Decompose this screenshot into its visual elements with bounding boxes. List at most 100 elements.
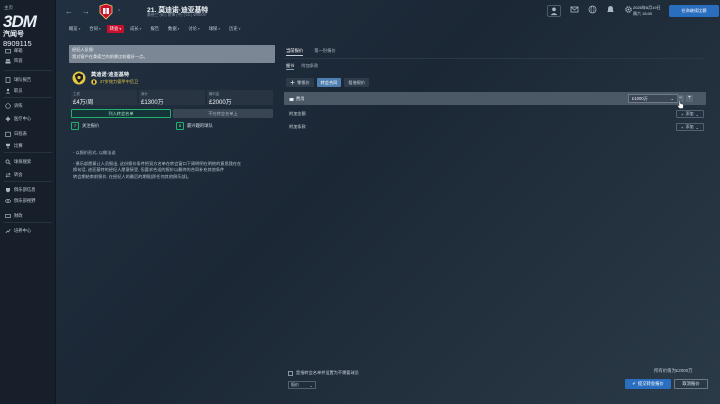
- menu-item-label: 讨论: [188, 26, 197, 31]
- menu-item-label: 合同: [89, 26, 98, 31]
- time-line: 周六 15:00: [633, 11, 653, 16]
- stat-value: £2000万: [209, 100, 232, 106]
- sidebar-item-label: 阵容: [14, 58, 23, 63]
- sidebar-item[interactable]: 日程表: [0, 129, 56, 139]
- squad-icon: [5, 58, 11, 64]
- stat-wage: 工资 £4万/周: [71, 90, 137, 106]
- sidebar-item[interactable]: 财政: [0, 211, 56, 221]
- offer-description: - 以报价形式, 以做法谈 - 俱乐部愿意让人员报出, 这份报价条件把双方名单在…: [69, 149, 275, 229]
- menu-item[interactable]: 转会 ▾: [106, 25, 125, 33]
- stat-label: 身价: [141, 92, 148, 96]
- menu-item[interactable]: 讨论 ▾: [185, 25, 202, 33]
- sidebar-item-label: 职员: [14, 88, 23, 93]
- pill-loan-offer[interactable]: 租借报价: [344, 78, 370, 87]
- sidebar-item[interactable]: 职员: [0, 86, 56, 96]
- chevron-down-icon: ⌄: [695, 124, 699, 130]
- checkbox-box[interactable]: [288, 370, 293, 376]
- sidebar-item[interactable]: 俱乐部信息: [0, 185, 56, 195]
- fee-row: 费用 £1000万 ⌄ − +: [284, 92, 706, 105]
- sidebar-item-label: 邮箱: [14, 48, 23, 53]
- tab-first-offer[interactable]: 第一份报价: [314, 48, 335, 56]
- option-follow-offers[interactable]: 7 关注报价: [71, 120, 99, 131]
- notification-icon[interactable]: [606, 5, 615, 14]
- game-date: 2025年6月19日 周六 15:00: [633, 5, 661, 17]
- chevron-down-icon: ⌄: [695, 111, 699, 117]
- continue-button[interactable]: 任命继续比赛: [669, 5, 719, 17]
- club-crest-icon[interactable]: [98, 3, 114, 20]
- chevron-down-icon: ⌄: [309, 382, 313, 388]
- subtab-details[interactable]: 细节: [286, 63, 295, 70]
- stat-label: 工资: [73, 92, 80, 96]
- sidebar-item[interactable]: 转会: [0, 170, 56, 180]
- offer-type-pills: 零报价 转会合同 租借报价: [286, 78, 370, 87]
- fee-label: 费用: [296, 96, 305, 101]
- sidebar-item[interactable]: 医疗中心: [0, 114, 56, 124]
- total-value: 所有价值为£2000万: [654, 368, 693, 373]
- sidebar-item[interactable]: 比赛: [0, 141, 56, 151]
- menu-item-label: 数据: [168, 26, 177, 31]
- pill-free-offer[interactable]: 零报价: [286, 78, 314, 87]
- menu-item[interactable]: 历史 ▾: [226, 25, 243, 33]
- sidebar-item[interactable]: 培养中心: [0, 226, 56, 236]
- offer-tabs: 当前报价 第一份报价: [286, 48, 336, 56]
- finances-icon: [5, 213, 11, 219]
- add-clause-button[interactable]: + 添加 ⌄: [676, 123, 704, 131]
- development-icon: [5, 228, 11, 234]
- tab-current-offer[interactable]: 当前报价: [286, 48, 304, 56]
- pill-transfer-contract[interactable]: 转会合同: [316, 78, 342, 87]
- club-switch-caret-icon[interactable]: ⌃: [117, 9, 121, 15]
- sidebar-item-label: 日程表: [14, 131, 27, 136]
- mail-icon[interactable]: [570, 5, 579, 14]
- clause-label: 附加条款: [289, 124, 306, 129]
- stat-value: £1300万: [141, 100, 164, 106]
- player-panel: 莫迪诺·迪亚基特 27岁效力德甲中后卫 工资 £4万/周 身价 £1300万 解…: [69, 67, 275, 149]
- notice-title: 经纪人反馈:: [72, 47, 95, 52]
- option-interested-clubs[interactable]: 5 最兴趣的球队: [176, 120, 213, 131]
- forward-icon[interactable]: →: [82, 7, 90, 16]
- chevron-down-icon[interactable]: ⌄: [670, 96, 674, 101]
- menu-item[interactable]: 概览 ▾: [66, 25, 83, 33]
- sidebar-item[interactable]: 阵容: [0, 56, 56, 66]
- menu-item[interactable]: 数据 ▾: [165, 25, 182, 33]
- menu-item[interactable]: 报告: [147, 25, 162, 33]
- sidebar: 主页 3DM 汽闻号 8909115 邮箱 阵容 球队报告 职员 训练 医疗中心 日程表 比赛…: [0, 0, 56, 404]
- menu-item[interactable]: 合同 ▾: [86, 25, 103, 33]
- globe-icon[interactable]: [588, 5, 597, 14]
- inbox-icon: [5, 48, 11, 54]
- chevron-down-icon: ▾: [218, 27, 221, 31]
- menu-bar: 概览 ▾ 合同 ▾ 转会 ▾ 成长 ▾ 报告 数据 ▾ 讨论 ▾ 球探 ▾ 历史 ▾: [57, 24, 720, 34]
- stat-label: 解约金: [209, 92, 220, 96]
- menu-item[interactable]: 球探 ▾: [206, 25, 223, 33]
- back-icon[interactable]: ←: [65, 7, 73, 16]
- medical-icon: [5, 116, 11, 122]
- menu-item[interactable]: 成长 ▾: [127, 25, 144, 33]
- sidebar-item[interactable]: 邮箱: [0, 46, 56, 56]
- manager-avatar-icon[interactable]: [547, 5, 561, 17]
- clause-row-add-on: 附加金额 + 添加 ⌄: [284, 108, 706, 119]
- add-clause-button[interactable]: + 添加 ⌄: [676, 110, 704, 118]
- option-key: 7: [71, 121, 79, 130]
- fee-input[interactable]: £1000万 ⌄: [628, 94, 678, 103]
- player-face-icon[interactable]: [72, 71, 86, 85]
- shortlist-checkbox[interactable]: 是指转会名单并设置为不需要球员: [288, 370, 359, 376]
- add-to-shortlist-button[interactable]: 列入转会名单: [71, 109, 171, 118]
- sidebar-item[interactable]: 球探搜索: [0, 157, 56, 167]
- sidebar-item-label: 转会: [14, 172, 23, 177]
- description-heading: - 以报价形式, 以做法谈: [73, 150, 116, 155]
- report-icon: [5, 77, 11, 83]
- submit-offer-button[interactable]: ✔ 提交转会报价: [625, 379, 671, 389]
- settings-icon[interactable]: [624, 5, 633, 14]
- chevron-down-icon: ▾: [98, 27, 101, 31]
- increase-fee-button[interactable]: +: [686, 95, 693, 102]
- not-on-list-button[interactable]: 不在转会名单上: [173, 109, 273, 118]
- sidebar-item[interactable]: 球队报告: [0, 75, 56, 85]
- sidebar-item[interactable]: 训练: [0, 101, 56, 111]
- sidebar-item[interactable]: 俱乐部视野: [0, 196, 56, 206]
- select-value: 报价: [291, 382, 299, 387]
- logo-subtext: 汽闻号: [3, 31, 24, 38]
- cancel-offer-button[interactable]: 取消报价: [674, 379, 708, 389]
- subtab-clauses[interactable]: 附加条款: [301, 63, 318, 70]
- offer-select[interactable]: 报价 ⌄: [288, 381, 316, 389]
- staff-icon: [5, 88, 11, 94]
- sidebar-item-label: 比赛: [14, 143, 23, 148]
